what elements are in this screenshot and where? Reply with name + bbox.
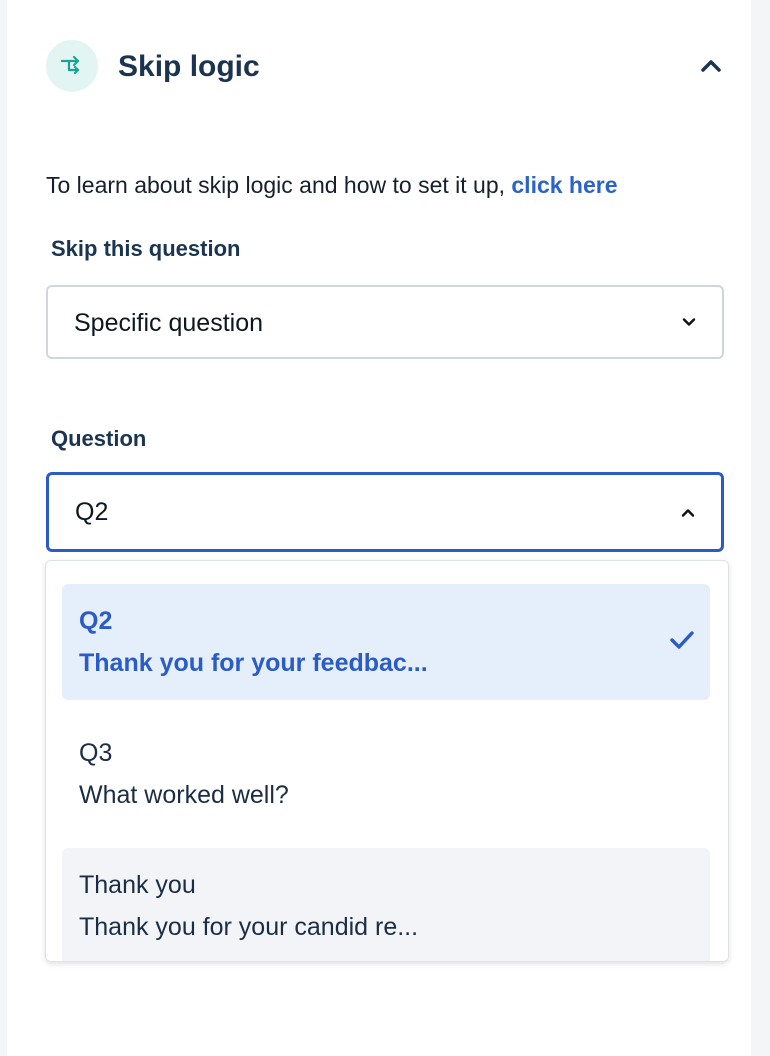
chevron-up-icon [681,509,695,517]
option-title: Q3 [79,739,113,767]
option-subtitle: Thank you for your candid re... [79,913,419,941]
branch-icon [46,40,98,92]
collapse-button[interactable] [696,51,726,81]
section-title: Skip logic [118,50,260,83]
chevron-up-icon [701,60,721,72]
question-dropdown-menu: Q2 Thank you for your feedbac... Q3 What… [45,560,729,962]
option-q3[interactable]: Q3 What worked well? [62,716,710,832]
intro-text: To learn about skip logic and how to set… [46,170,618,200]
option-title: Q2 [79,607,113,635]
skip-condition-select[interactable]: Specific question [46,285,724,359]
option-title: Thank you [79,871,196,899]
skip-this-question-label: Skip this question [51,236,241,261]
question-select[interactable]: Q2 [46,472,724,552]
learn-more-link[interactable]: click here [511,172,617,198]
skip-condition-value: Specific question [74,309,264,337]
question-label: Question [51,426,147,451]
option-q2[interactable]: Q2 Thank you for your feedbac... [62,584,710,700]
intro-message: To learn about skip logic and how to set… [46,172,512,198]
option-thank-you[interactable]: Thank you Thank you for your candid re..… [62,848,710,961]
option-subtitle: What worked well? [79,781,289,809]
option-subtitle: Thank you for your feedbac... [79,649,428,677]
checkmark-icon [670,631,694,649]
question-select-value: Q2 [75,498,109,526]
section-header[interactable]: Skip logic [46,40,726,92]
chevron-down-icon [682,318,696,326]
skip-logic-panel: Skip logic To learn about skip logic and… [7,0,751,1056]
